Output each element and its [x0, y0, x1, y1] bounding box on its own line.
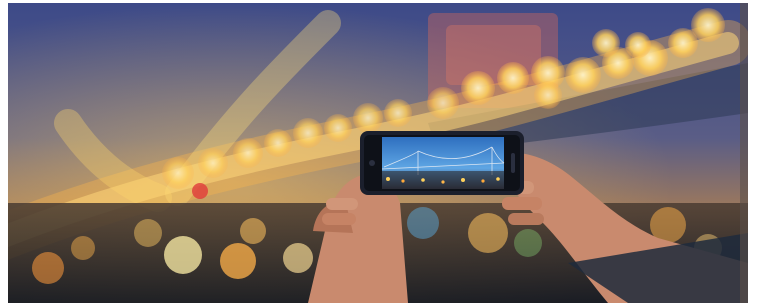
photo-frame — [0, 0, 768, 306]
red-bokeh-light — [192, 183, 208, 199]
photo-scene — [8, 3, 748, 303]
smartphone — [360, 131, 524, 195]
edge-shadow — [740, 3, 748, 303]
photograph — [8, 3, 748, 303]
